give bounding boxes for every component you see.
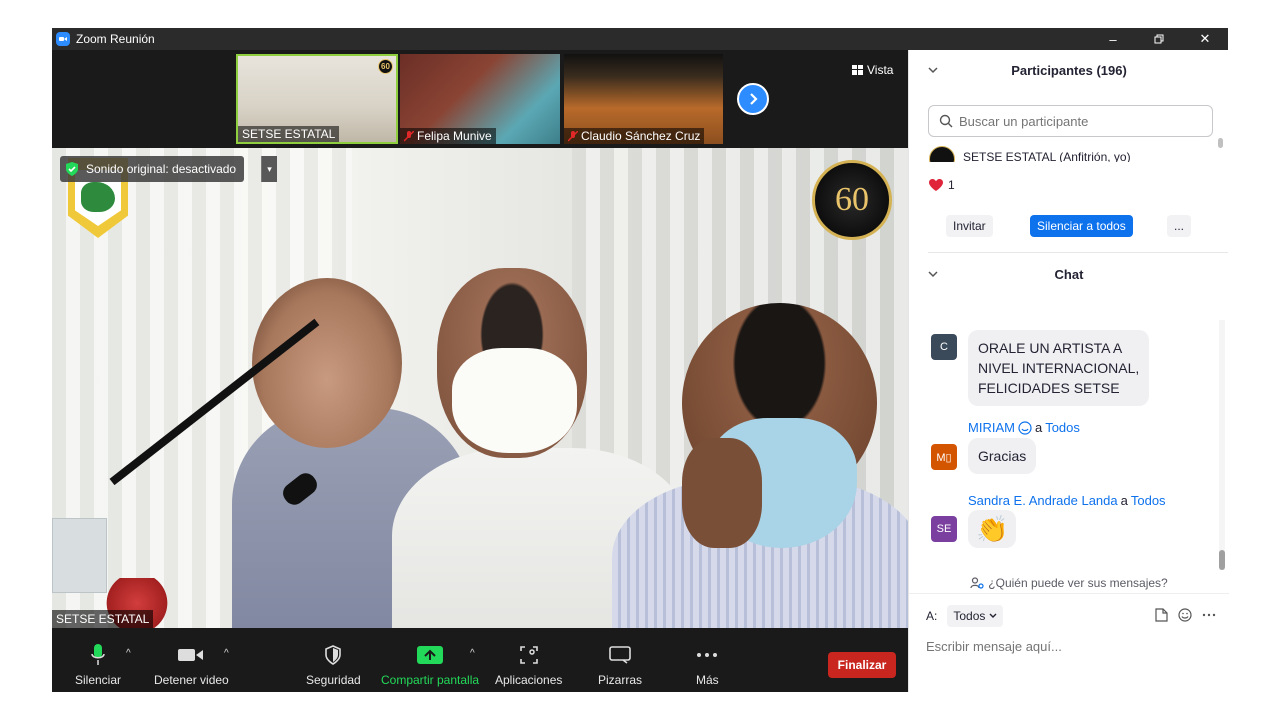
speaker-figure [252, 278, 402, 448]
stop-video-button[interactable]: Detener video [154, 642, 229, 687]
apps-icon [519, 646, 538, 664]
avatar: C [931, 334, 957, 360]
participants-more-button[interactable]: ... [1167, 215, 1191, 237]
share-arrow-icon [417, 646, 444, 664]
emoji-smile-icon [1018, 420, 1032, 435]
share-options-caret[interactable]: ^ [470, 648, 475, 659]
recipient-row: A: Todos [926, 604, 1216, 628]
chat-sender[interactable]: Sandra E. Andrade Landa a Todos [968, 493, 1166, 508]
person-eye-icon [970, 576, 984, 589]
participant-row[interactable]: SETSE ESTATAL (Anfitrión, yo) [929, 146, 1209, 162]
search-input[interactable] [959, 113, 1209, 129]
ellipsis-icon [697, 653, 718, 657]
chevron-right-icon [750, 93, 758, 105]
more-button[interactable]: Más [696, 642, 719, 687]
meeting-toolbar: Silenciar ^ Detener video ^ Seguridad Co… [52, 628, 908, 692]
zoom-logo-icon [56, 32, 70, 46]
avatar [929, 146, 955, 162]
file-icon[interactable] [1155, 608, 1168, 622]
chevron-down-icon [928, 67, 938, 74]
close-window-button[interactable]: ✕ [1182, 28, 1228, 50]
chat-bubble: 👏 [968, 510, 1017, 548]
muted-mic-icon [404, 130, 414, 142]
chat-bubble: Gracias [968, 438, 1037, 474]
chevron-down-icon [989, 613, 997, 618]
thumbnail-strip: 60 SETSE ESTATAL Felipa Munive Claudio S… [52, 50, 908, 148]
hand [682, 438, 762, 548]
main-video-name: SETSE ESTATAL [52, 610, 154, 628]
recipient-select[interactable]: Todos [947, 605, 1004, 627]
whiteboards-button[interactable]: Pizarras [598, 642, 642, 687]
shield-check-icon [66, 162, 78, 176]
chat-compose-input[interactable] [926, 635, 1216, 657]
side-panel: Participantes (196) SETSE ESTATAL (Anfit… [908, 50, 1229, 692]
mute-button[interactable]: Silenciar [75, 642, 121, 687]
microphone-icon [91, 644, 105, 665]
main-speaker-video[interactable]: Sonido original: desactivado ▾ 60 SETSE … [52, 148, 908, 628]
who-can-see-messages-link[interactable]: ¿Quién puede ver sus mensajes? [909, 572, 1229, 594]
video-stage: 60 SETSE ESTATAL Felipa Munive Claudio S… [52, 50, 908, 628]
share-screen-button[interactable]: Compartir pantalla [381, 642, 479, 687]
muted-mic-icon [568, 130, 578, 142]
video-camera-icon [178, 649, 204, 661]
video-tile-setse[interactable]: 60 SETSE ESTATAL [236, 54, 398, 144]
anniversary-60-badge: 60 [812, 160, 892, 240]
window-title: Zoom Reunión [76, 32, 155, 46]
video-tile-claudio[interactable]: Claudio Sánchez Cruz [564, 54, 723, 144]
video-options-caret[interactable]: ^ [224, 648, 229, 659]
security-button[interactable]: Seguridad [306, 642, 361, 687]
restore-button[interactable] [1136, 28, 1182, 50]
heart-reaction: 1 [928, 178, 955, 192]
original-sound-toggle[interactable]: Sonido original: desactivado [60, 156, 245, 182]
next-page-button[interactable] [737, 83, 769, 115]
gift-box [52, 518, 107, 593]
chat-header[interactable]: Chat [909, 254, 1229, 294]
video-tile-felipa[interactable]: Felipa Munive [400, 54, 560, 144]
avatar: M▯ [931, 444, 957, 470]
avatar: SE [931, 516, 957, 542]
view-button[interactable]: Vista [846, 60, 899, 80]
shield-icon [325, 645, 342, 665]
ellipsis-icon[interactable] [1202, 608, 1216, 622]
section-divider [928, 252, 1228, 253]
tile-name: Felipa Munive [400, 128, 496, 144]
face-mask [452, 348, 577, 453]
chat-scrollbar[interactable] [1219, 320, 1225, 570]
invite-button[interactable]: Invitar [946, 215, 993, 237]
emoji-icon[interactable] [1178, 608, 1192, 622]
chat-messages: C ORALE UN ARTISTA A NIVEL INTERNACIONAL… [909, 320, 1229, 570]
heart-icon [929, 179, 943, 191]
title-bar: Zoom Reunión – ✕ [52, 28, 1228, 50]
apps-button[interactable]: Aplicaciones [495, 642, 562, 687]
end-meeting-button[interactable]: Finalizar [828, 652, 896, 678]
chat-bubble: ORALE UN ARTISTA A NIVEL INTERNACIONAL, … [968, 330, 1150, 406]
minimize-button[interactable]: – [1090, 28, 1136, 50]
participant-search[interactable] [928, 105, 1213, 137]
zoom-window: Zoom Reunión – ✕ 60 SETSE ESTATAL Felipa… [52, 28, 1229, 692]
participants-scrollbar[interactable] [1218, 138, 1223, 148]
anniversary-badge-icon: 60 [378, 59, 393, 74]
whiteboard-icon [609, 646, 631, 664]
tile-name: Claudio Sánchez Cruz [564, 128, 705, 144]
participants-header[interactable]: Participantes (196) [909, 50, 1229, 90]
tile-name: SETSE ESTATAL [238, 126, 340, 142]
chat-sender[interactable]: MIRIAM a Todos [968, 420, 1080, 435]
chevron-down-icon [928, 271, 938, 278]
mute-all-button[interactable]: Silenciar a todos [1030, 215, 1133, 237]
grid-icon [852, 65, 863, 75]
sound-options-caret[interactable]: ▾ [261, 156, 277, 182]
audio-options-caret[interactable]: ^ [126, 648, 131, 659]
search-icon [939, 114, 953, 128]
